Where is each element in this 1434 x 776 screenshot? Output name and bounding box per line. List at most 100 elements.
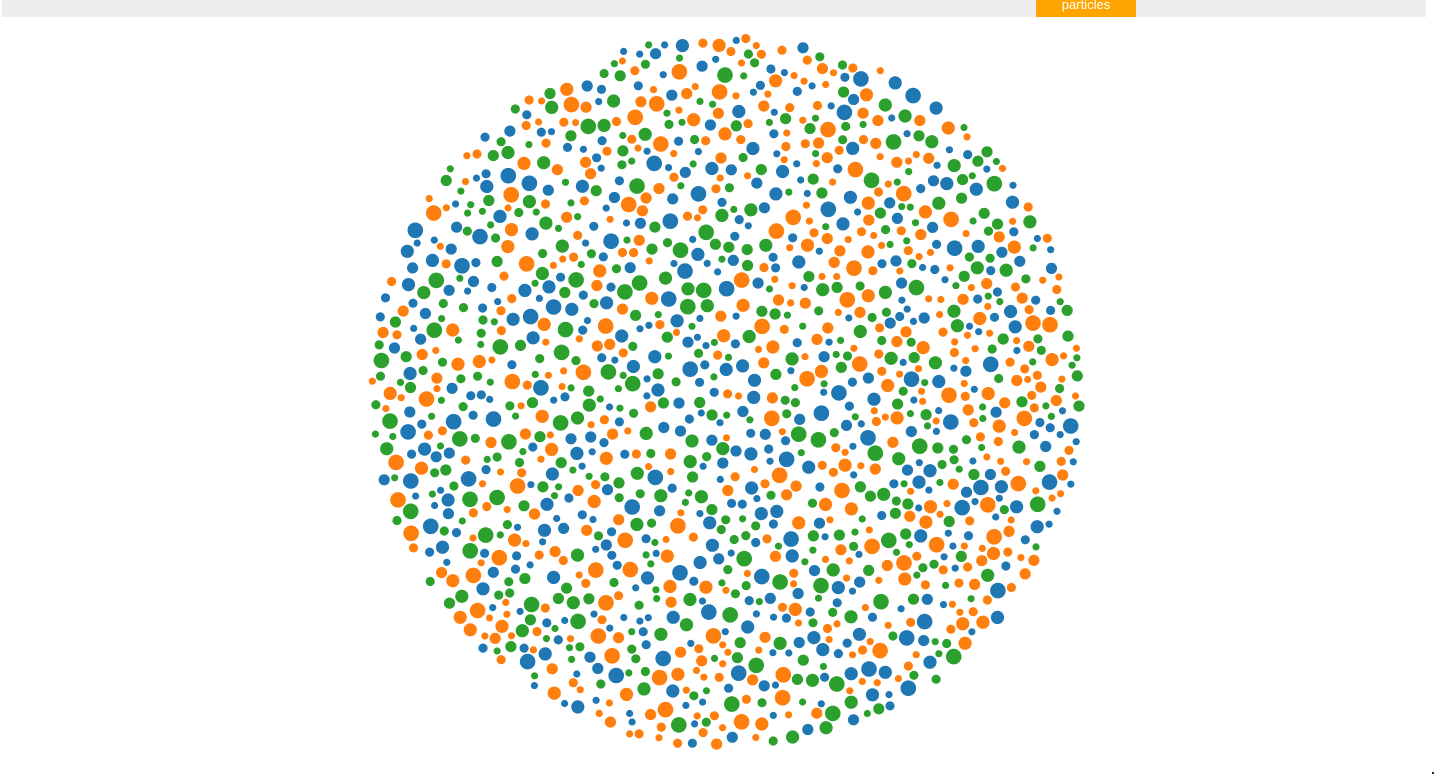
particle — [612, 560, 622, 570]
particle — [775, 667, 792, 683]
particle — [603, 233, 619, 249]
particle — [847, 714, 860, 726]
particle — [555, 483, 563, 491]
particle — [920, 409, 932, 421]
particle — [800, 77, 808, 85]
particle — [670, 259, 678, 268]
particle — [790, 398, 801, 408]
particle — [996, 246, 1008, 258]
particle — [607, 428, 619, 440]
particle — [772, 574, 788, 590]
particle — [864, 490, 877, 502]
particle — [755, 646, 763, 654]
particle — [949, 542, 957, 550]
particle — [658, 271, 673, 285]
particle — [485, 436, 497, 449]
particle — [677, 509, 685, 517]
particle — [840, 419, 853, 431]
particle — [682, 686, 690, 694]
particle — [910, 396, 918, 404]
particle — [462, 226, 472, 236]
particle — [900, 528, 912, 540]
particle — [388, 342, 401, 354]
particle — [553, 514, 561, 523]
particle — [693, 333, 702, 341]
particle — [832, 350, 840, 359]
particle — [900, 680, 917, 696]
particle — [822, 80, 830, 89]
particle — [641, 640, 651, 650]
particle — [537, 481, 549, 493]
particle — [580, 118, 597, 135]
particle — [785, 188, 793, 196]
particle — [961, 435, 972, 445]
particle — [596, 84, 607, 94]
particle — [945, 648, 962, 665]
particle — [844, 236, 852, 244]
particle — [404, 381, 417, 394]
particle — [736, 298, 750, 312]
particle — [858, 134, 869, 145]
particle — [770, 613, 778, 621]
tab-particles[interactable]: particles — [1036, 0, 1136, 17]
particle — [962, 357, 970, 365]
particle — [531, 370, 539, 378]
particle — [835, 544, 847, 556]
particle — [792, 86, 802, 96]
particle — [838, 135, 848, 145]
particle — [813, 577, 829, 594]
particle — [663, 109, 671, 117]
particle — [397, 305, 409, 317]
particle — [730, 589, 741, 599]
particle — [443, 284, 455, 296]
particle — [628, 628, 636, 636]
particle — [973, 294, 983, 304]
particle — [916, 184, 926, 194]
particle — [545, 100, 559, 114]
particle — [758, 202, 771, 214]
particle — [608, 191, 621, 204]
particle — [518, 283, 532, 297]
particle — [711, 738, 723, 750]
particle — [568, 272, 584, 288]
particle — [747, 373, 762, 387]
particle — [598, 252, 608, 262]
particle — [770, 108, 778, 116]
particle — [1072, 344, 1080, 352]
particle — [694, 490, 709, 504]
particle — [931, 674, 941, 684]
particle — [451, 221, 463, 233]
particle — [524, 95, 534, 105]
particle — [958, 636, 972, 650]
particle — [629, 248, 639, 258]
particle — [481, 632, 489, 640]
particle — [462, 543, 479, 559]
particle — [792, 587, 804, 600]
particle — [571, 356, 581, 366]
particle — [418, 442, 432, 456]
particle — [1021, 274, 1031, 284]
particle — [485, 411, 502, 427]
particle — [797, 176, 805, 184]
particle — [562, 142, 573, 152]
particle — [514, 207, 524, 218]
particle — [1016, 292, 1028, 304]
particle — [696, 60, 708, 72]
particle — [846, 260, 862, 276]
particle — [529, 646, 538, 654]
particle — [947, 159, 961, 173]
particle — [555, 457, 567, 469]
particle — [1009, 217, 1017, 225]
particle — [652, 586, 660, 594]
particle — [547, 686, 561, 700]
particle — [738, 152, 748, 163]
particle — [732, 92, 740, 100]
particle — [885, 134, 902, 150]
particle — [727, 498, 737, 508]
particle — [942, 581, 950, 590]
particle — [513, 523, 522, 531]
particle — [469, 534, 477, 542]
particle — [802, 201, 811, 209]
particle — [505, 401, 515, 411]
particle — [705, 161, 719, 176]
